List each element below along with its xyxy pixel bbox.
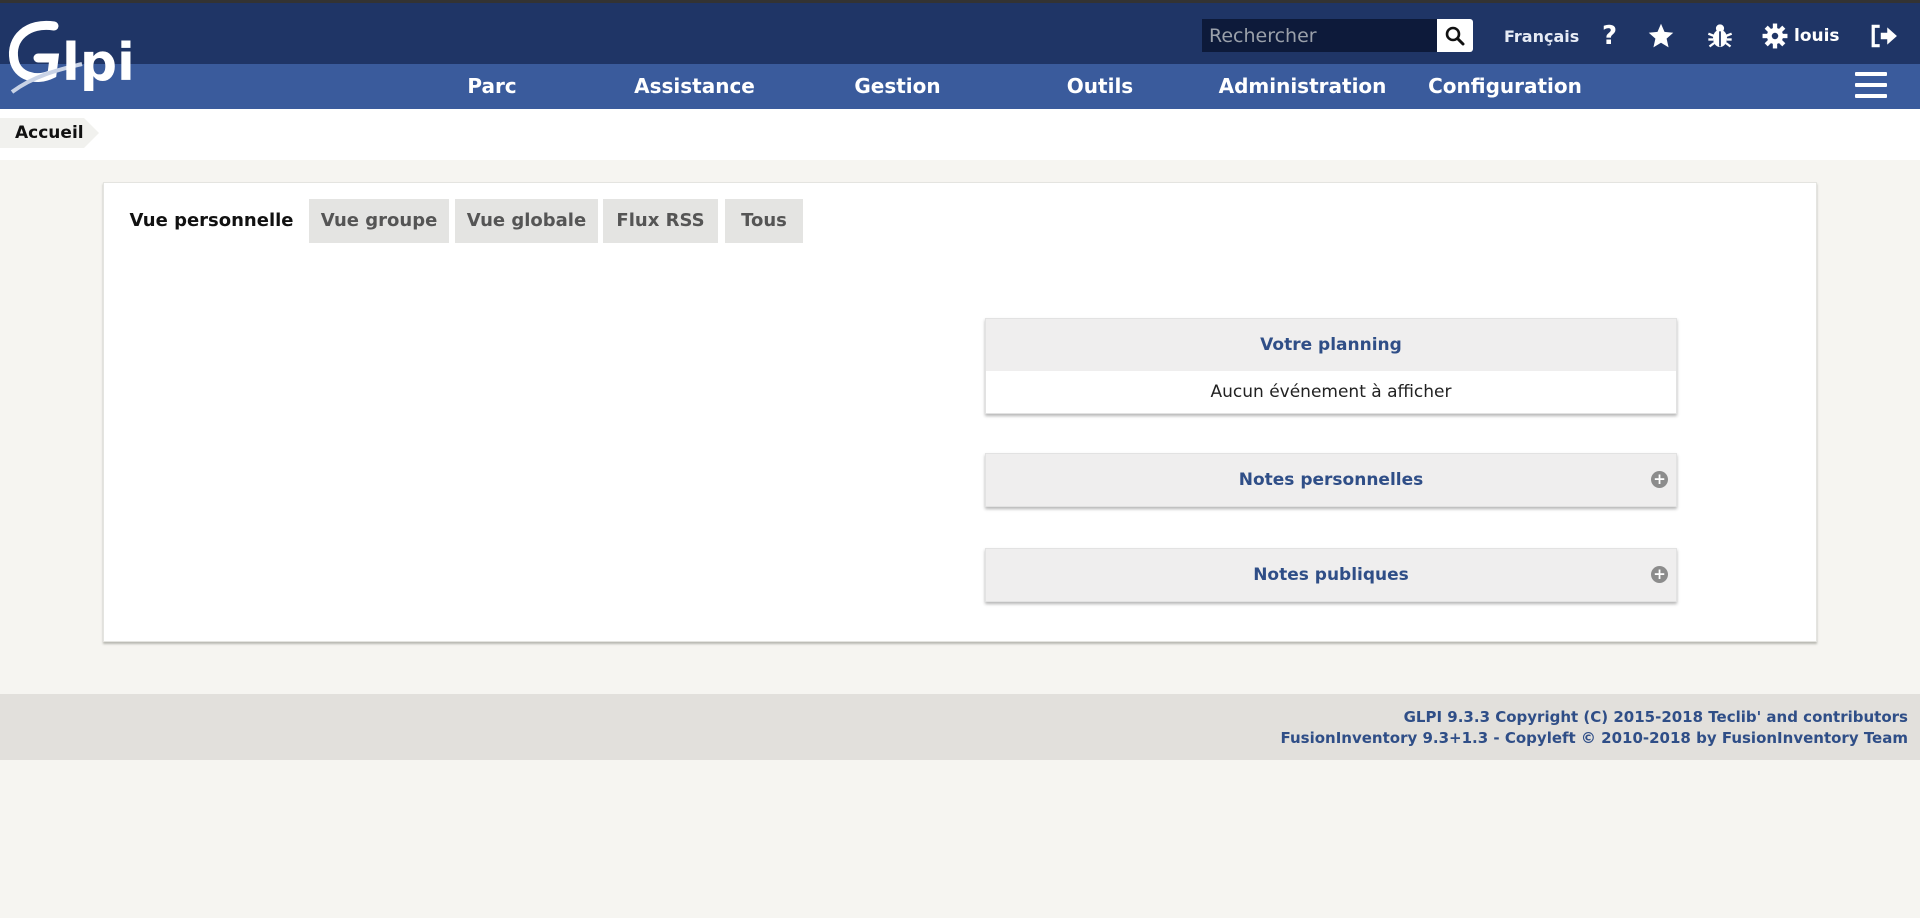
footer-glpi-copyright[interactable]: GLPI 9.3.3 Copyright (C) 2015-2018 Tecli… — [1404, 708, 1908, 726]
tab-tous[interactable]: Tous — [725, 199, 803, 243]
global-search — [1202, 19, 1473, 52]
tab-vue-personnelle[interactable]: Vue personnelle — [120, 199, 303, 243]
planning-title[interactable]: Votre planning — [986, 319, 1676, 371]
menu-item-configuration[interactable]: Configuration — [1420, 64, 1590, 109]
search-input[interactable] — [1202, 19, 1437, 52]
public-notes-title: Notes publiques — [1253, 565, 1409, 585]
footer-fusioninventory-copyright[interactable]: FusionInventory 9.3+1.3 - Copyleft © 201… — [1280, 729, 1908, 747]
main-menu-bar — [0, 64, 1920, 109]
menu-item-gestion[interactable]: Gestion — [840, 64, 955, 109]
menu-item-administration[interactable]: Administration — [1215, 64, 1390, 109]
help-icon[interactable]: ? — [1602, 19, 1617, 53]
personal-notes-header[interactable]: Notes personnelles + — [986, 454, 1676, 506]
public-notes-header[interactable]: Notes publiques + — [986, 549, 1676, 601]
glpi-logo[interactable]: lpi — [6, 18, 146, 98]
tab-vue-globale[interactable]: Vue globale — [455, 199, 598, 243]
hamburger-menu-icon[interactable] — [1855, 72, 1887, 100]
planning-card: Votre planning Aucun événement à affiche… — [985, 318, 1677, 414]
breadcrumb-home[interactable]: Accueil — [0, 118, 99, 148]
menu-item-assistance[interactable]: Assistance — [622, 64, 767, 109]
search-button[interactable] — [1437, 19, 1473, 52]
svg-text:lpi: lpi — [62, 33, 135, 93]
add-personal-note-icon[interactable]: + — [1651, 471, 1668, 488]
logout-icon[interactable] — [1870, 19, 1898, 53]
tab-vue-groupe[interactable]: Vue groupe — [309, 199, 449, 243]
star-icon[interactable] — [1647, 19, 1675, 53]
menu-item-outils[interactable]: Outils — [1050, 64, 1150, 109]
breadcrumb — [0, 109, 1920, 160]
personal-notes-card: Notes personnelles + — [985, 453, 1677, 507]
add-public-note-icon[interactable]: + — [1651, 566, 1668, 583]
tab-flux-rss[interactable]: Flux RSS — [603, 199, 718, 243]
bug-icon[interactable] — [1706, 19, 1734, 53]
menu-item-parc[interactable]: Parc — [452, 64, 532, 109]
personal-notes-title: Notes personnelles — [1238, 470, 1424, 490]
user-name[interactable]: louis — [1794, 19, 1840, 53]
top-bar — [0, 0, 1920, 64]
search-icon — [1445, 26, 1465, 45]
public-notes-card: Notes publiques + — [985, 548, 1677, 602]
gear-icon[interactable] — [1762, 19, 1788, 53]
planning-empty-message: Aucun événement à afficher — [1210, 382, 1452, 402]
language-selector[interactable]: Français — [1504, 19, 1579, 53]
footer: GLPI 9.3.3 Copyright (C) 2015-2018 Tecli… — [0, 694, 1920, 760]
